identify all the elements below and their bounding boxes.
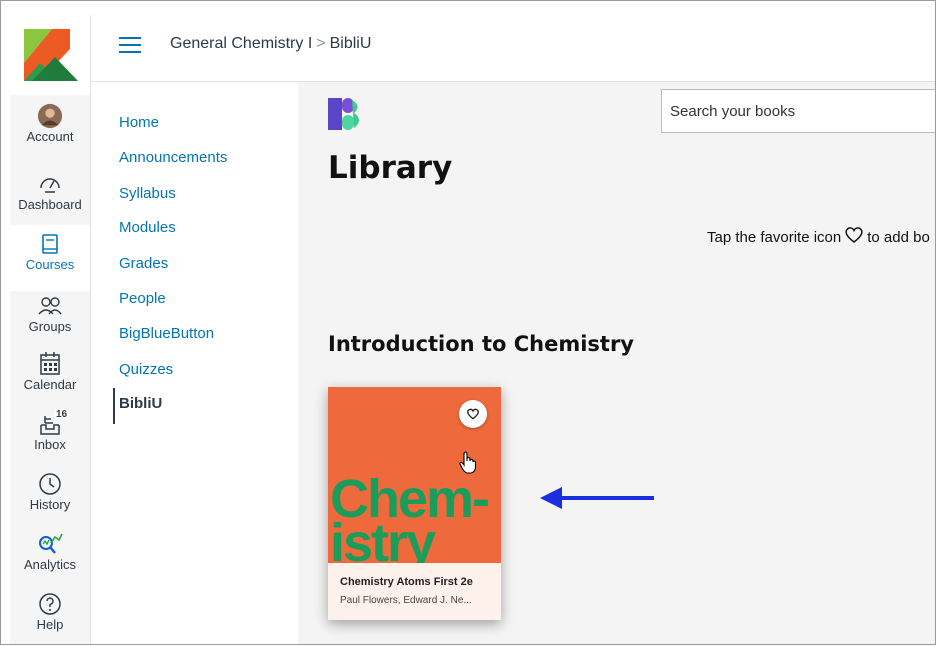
search-books-input[interactable]	[661, 89, 935, 133]
nav-groups[interactable]: Groups	[10, 293, 90, 334]
favorite-button[interactable]	[459, 400, 487, 428]
course-nav-quizzes[interactable]: Quizzes	[119, 361, 173, 378]
course-nav-grades[interactable]: Grades	[119, 255, 168, 272]
nav-label: Calendar	[23, 377, 77, 392]
breadcrumb-separator: >	[316, 35, 326, 52]
canvas-logo-icon	[24, 29, 78, 81]
breadcrumb-course[interactable]: General Chemistry I	[170, 35, 312, 52]
bibliu-logo-icon	[328, 98, 359, 130]
cover-title: Chem- istry	[330, 472, 490, 563]
nav-courses[interactable]: Courses	[10, 225, 90, 291]
nav-calendar[interactable]: Calendar	[10, 351, 90, 392]
breadcrumb-current: BibliU	[329, 35, 372, 52]
canvas-logo[interactable]	[10, 15, 90, 95]
course-nav-people[interactable]: People	[119, 290, 166, 307]
favorite-hint: Tap the favorite icon to add bo	[707, 226, 930, 246]
book-info: Chemistry Atoms First 2e Paul Flowers, E…	[328, 563, 501, 620]
book-cover[interactable]: Chem- istry	[328, 387, 501, 563]
heart-icon	[845, 227, 863, 243]
app-frame: Account Dashboard Courses Groups Calenda…	[0, 0, 936, 645]
nav-inbox[interactable]: 16 Inbox	[10, 409, 90, 452]
course-nav-bigbluebutton[interactable]: BigBlueButton	[119, 325, 214, 342]
nav-analytics[interactable]: Analytics	[10, 531, 90, 572]
hand-cursor-icon	[459, 451, 477, 474]
course-nav-announcements[interactable]: Announcements	[119, 149, 227, 166]
book-card[interactable]: Chem- istry Chemistry Atoms First 2e Pau…	[328, 387, 501, 620]
arrow-annotation-icon	[540, 487, 654, 509]
course-nav-syllabus[interactable]: Syllabus	[119, 185, 176, 202]
favorite-hint-before: Tap the favorite icon	[707, 229, 842, 246]
inbox-badge: 16	[54, 409, 70, 420]
hamburger-menu-icon[interactable]	[119, 37, 141, 55]
course-header: General Chemistry I > BibliU	[91, 15, 935, 82]
course-nav-home[interactable]: Home	[119, 114, 159, 131]
nav-dashboard[interactable]: Dashboard	[10, 171, 90, 212]
nav-label: Groups	[28, 319, 72, 334]
nav-label: Help	[36, 617, 64, 632]
calendar-icon	[40, 352, 60, 375]
page-title: Library	[328, 150, 453, 186]
nav-history[interactable]: History	[10, 471, 90, 512]
course-nav: Home Announcements Syllabus Modules Grad…	[91, 82, 298, 644]
nav-label: Inbox	[34, 437, 66, 452]
courses-icon	[42, 234, 58, 254]
dashboard-icon	[40, 178, 60, 193]
course-nav-bibliu[interactable]: BibliU	[119, 395, 162, 412]
global-nav: Account Dashboard Courses Groups Calenda…	[10, 15, 91, 644]
groups-icon	[38, 297, 62, 315]
active-indicator	[113, 388, 115, 424]
heart-icon	[467, 408, 479, 420]
nav-label: Account	[26, 129, 74, 144]
course-nav-modules[interactable]: Modules	[119, 219, 176, 236]
nav-help[interactable]: Help	[10, 591, 90, 632]
book-title: Chemistry Atoms First 2e	[340, 576, 473, 588]
favorite-hint-after: to add bo	[867, 229, 930, 246]
analytics-icon	[39, 533, 63, 554]
section-title: Introduction to Chemistry	[328, 332, 634, 356]
nav-account[interactable]: Account	[10, 103, 90, 144]
help-icon	[39, 593, 61, 615]
nav-label: Courses	[25, 257, 75, 272]
book-authors: Paul Flowers, Edward J. Ne...	[340, 595, 472, 606]
nav-label: Dashboard	[18, 197, 82, 212]
avatar	[37, 103, 63, 129]
history-icon	[39, 473, 61, 495]
nav-label: Analytics	[23, 557, 77, 572]
breadcrumb: General Chemistry I > BibliU	[170, 35, 371, 53]
bibliu-library: Library Tap the favorite icon to add bo I…	[298, 82, 935, 644]
nav-label: History	[29, 497, 71, 512]
